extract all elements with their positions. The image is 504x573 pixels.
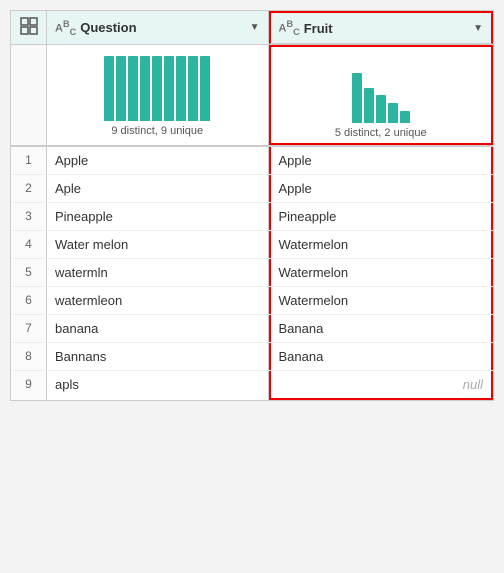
row-number: 4 xyxy=(11,231,47,258)
table-row: 9 apls null xyxy=(11,371,493,400)
table-row: 3 Pineapple Pineapple xyxy=(11,203,493,231)
row-number: 7 xyxy=(11,315,47,342)
bar-2 xyxy=(116,56,126,121)
question-cell: Aple xyxy=(47,175,269,202)
question-column-header[interactable]: ABC Question ▼ xyxy=(47,11,269,44)
bar-9 xyxy=(200,56,210,121)
question-dropdown-icon[interactable]: ▼ xyxy=(250,22,260,33)
question-cell: watermleon xyxy=(47,287,269,314)
fruit-cell-null: null xyxy=(269,371,494,400)
fruit-dropdown-icon[interactable]: ▼ xyxy=(473,23,483,34)
question-cell: Water melon xyxy=(47,231,269,258)
fruit-profile-text: 5 distinct, 2 unique xyxy=(335,127,427,139)
question-col-label: Question xyxy=(80,20,245,35)
question-cell: watermln xyxy=(47,259,269,286)
question-cell: banana xyxy=(47,315,269,342)
fruit-col-label: Fruit xyxy=(304,21,469,36)
table-row: 8 Bannans Banana xyxy=(11,343,493,371)
question-cell: Pineapple xyxy=(47,203,269,230)
grid-icon xyxy=(20,17,38,38)
bar-8 xyxy=(188,56,198,121)
fruit-bar-2 xyxy=(364,88,374,123)
table-row: 5 watermln Watermelon xyxy=(11,259,493,287)
profile-row: 9 distinct, 9 unique 5 distinct, 2 uniqu… xyxy=(11,45,493,147)
question-cell: apls xyxy=(47,371,269,400)
fruit-cell: Apple xyxy=(269,175,494,202)
table-row: 4 Water melon Watermelon xyxy=(11,231,493,259)
fruit-cell: Apple xyxy=(269,147,494,174)
table-header: ABC Question ▼ ABC Fruit ▼ xyxy=(11,11,493,45)
row-number: 5 xyxy=(11,259,47,286)
table-row: 2 Aple Apple xyxy=(11,175,493,203)
fruit-cell: Watermelon xyxy=(269,287,494,314)
question-cell: Bannans xyxy=(47,343,269,370)
bar-5 xyxy=(152,56,162,121)
bar-7 xyxy=(176,56,186,121)
fruit-bar-4 xyxy=(388,103,398,123)
data-table: ABC Question ▼ ABC Fruit ▼ 9 disti xyxy=(10,10,494,401)
fruit-bar-5 xyxy=(400,111,410,123)
bar-1 xyxy=(104,56,114,121)
profile-row-num xyxy=(11,45,47,145)
row-number: 3 xyxy=(11,203,47,230)
row-number: 2 xyxy=(11,175,47,202)
fruit-cell: Watermelon xyxy=(269,231,494,258)
row-number: 9 xyxy=(11,371,47,400)
fruit-histogram xyxy=(352,53,410,123)
row-number-header xyxy=(11,11,47,44)
row-number: 8 xyxy=(11,343,47,370)
fruit-cell: Watermelon xyxy=(269,259,494,286)
question-cell: Apple xyxy=(47,147,269,174)
table-row: 1 Apple Apple xyxy=(11,147,493,175)
fruit-column-header[interactable]: ABC Fruit ▼ xyxy=(269,11,494,44)
bar-6 xyxy=(164,56,174,121)
fruit-bar-1 xyxy=(352,73,362,123)
bar-3 xyxy=(128,56,138,121)
question-profile-cell: 9 distinct, 9 unique xyxy=(47,45,269,145)
row-number: 1 xyxy=(11,147,47,174)
fruit-cell: Pineapple xyxy=(269,203,494,230)
question-histogram xyxy=(104,51,210,121)
fruit-type-icon: ABC xyxy=(279,19,300,37)
fruit-bar-3 xyxy=(376,95,386,123)
fruit-cell: Banana xyxy=(269,343,494,370)
question-type-icon: ABC xyxy=(55,19,76,37)
table-row: 6 watermleon Watermelon xyxy=(11,287,493,315)
bar-4 xyxy=(140,56,150,121)
row-number: 6 xyxy=(11,287,47,314)
table-row: 7 banana Banana xyxy=(11,315,493,343)
fruit-profile-cell: 5 distinct, 2 unique xyxy=(269,45,494,145)
fruit-cell: Banana xyxy=(269,315,494,342)
question-profile-text: 9 distinct, 9 unique xyxy=(111,125,203,137)
